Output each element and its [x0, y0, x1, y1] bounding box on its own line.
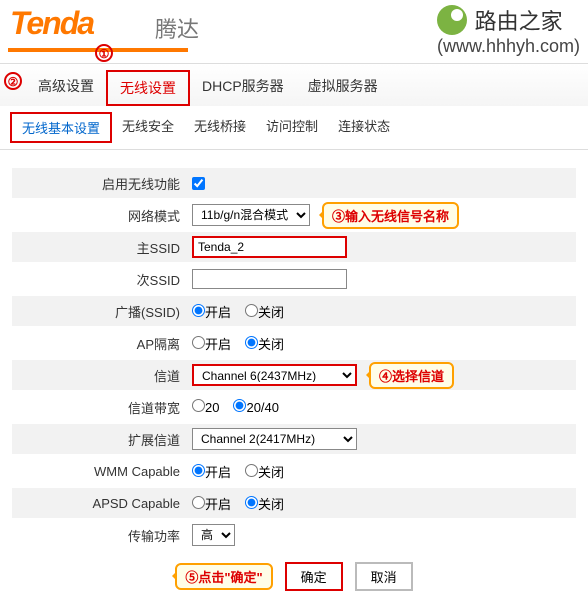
- brand-cn: 腾达: [155, 12, 199, 44]
- row-wmm: WMM Capable 开启 关闭: [12, 456, 576, 486]
- callout-4: ④选择信道: [369, 362, 454, 389]
- label-tx: 传输功率: [12, 526, 192, 545]
- submit-row: ⑤点击"确定" 确定 取消: [12, 562, 576, 591]
- row-apiso: AP隔离 开启 关闭: [12, 328, 576, 358]
- select-tx[interactable]: 高: [192, 524, 235, 546]
- sub-tabs: 无线基本设置 无线安全 无线桥接 访问控制 连接状态: [0, 106, 588, 150]
- row-ssid: 主SSID: [12, 232, 576, 262]
- select-mode[interactable]: 11b/g/n混合模式: [192, 204, 310, 226]
- label-channel: 信道: [12, 366, 192, 385]
- site-url: (www.hhhyh.com): [437, 36, 580, 57]
- subtab-status[interactable]: 连接状态: [328, 112, 400, 143]
- subtab-basic[interactable]: 无线基本设置: [10, 112, 112, 143]
- select-extch[interactable]: Channel 2(2417MHz): [192, 428, 357, 450]
- radio-bw-2040[interactable]: [233, 399, 246, 412]
- radio-broadcast-on[interactable]: [192, 304, 205, 317]
- label-ssid: 主SSID: [12, 238, 192, 257]
- header: Tenda 腾达 ① 路由之家 (www.hhhyh.com): [0, 0, 588, 64]
- row-channel: 信道 Channel 6(2437MHz) ④选择信道: [12, 360, 576, 390]
- tab-advanced[interactable]: 高级设置: [26, 70, 106, 106]
- row-extch: 扩展信道 Channel 2(2417MHz): [12, 424, 576, 454]
- row-tx: 传输功率 高: [12, 520, 576, 550]
- tab-virtual[interactable]: 虚拟服务器: [296, 70, 390, 106]
- radio-apiso-off[interactable]: [245, 336, 258, 349]
- radio-bw-20[interactable]: [192, 399, 205, 412]
- subtab-bridge[interactable]: 无线桥接: [184, 112, 256, 143]
- label-bw: 信道带宽: [12, 398, 192, 417]
- label-apiso: AP隔离: [12, 334, 192, 353]
- row-enable: 启用无线功能: [12, 168, 576, 198]
- brand-logo: Tenda: [10, 5, 93, 42]
- site-icon: [437, 5, 467, 35]
- label-broadcast: 广播(SSID): [12, 302, 192, 321]
- label-ssid2: 次SSID: [12, 270, 192, 289]
- badge-1: ①: [95, 44, 113, 62]
- radio-apsd-on[interactable]: [192, 496, 205, 509]
- site-name: 路由之家: [475, 4, 563, 36]
- row-broadcast: 广播(SSID) 开启 关闭: [12, 296, 576, 326]
- cancel-button[interactable]: 取消: [355, 562, 413, 591]
- radio-apiso-on[interactable]: [192, 336, 205, 349]
- tab-dhcp[interactable]: DHCP服务器: [190, 70, 296, 106]
- site-badge: 路由之家 (www.hhhyh.com): [437, 4, 580, 57]
- tab-wireless[interactable]: 无线设置: [106, 70, 190, 106]
- label-apsd: APSD Capable: [12, 496, 192, 511]
- radio-wmm-on[interactable]: [192, 464, 205, 477]
- row-ssid2: 次SSID: [12, 264, 576, 294]
- input-ssid2[interactable]: [192, 269, 347, 289]
- radio-wmm-off[interactable]: [245, 464, 258, 477]
- ok-button[interactable]: 确定: [285, 562, 343, 591]
- input-ssid[interactable]: [192, 236, 347, 258]
- radio-broadcast-off[interactable]: [245, 304, 258, 317]
- label-wmm: WMM Capable: [12, 464, 192, 479]
- label-enable: 启用无线功能: [12, 174, 192, 193]
- callout-5: ⑤点击"确定": [175, 563, 272, 590]
- checkbox-enable[interactable]: [192, 177, 205, 190]
- subtab-security[interactable]: 无线安全: [112, 112, 184, 143]
- badge-2: ②: [4, 72, 22, 90]
- row-bw: 信道带宽 20 20/40: [12, 392, 576, 422]
- radio-apsd-off[interactable]: [245, 496, 258, 509]
- main-tabs: ② 高级设置 无线设置 DHCP服务器 虚拟服务器: [0, 64, 588, 106]
- subtab-acl[interactable]: 访问控制: [256, 112, 328, 143]
- select-channel[interactable]: Channel 6(2437MHz): [192, 364, 357, 386]
- callout-3: ③输入无线信号名称: [322, 202, 459, 229]
- row-mode: 网络模式 11b/g/n混合模式 ③输入无线信号名称: [12, 200, 576, 230]
- label-extch: 扩展信道: [12, 430, 192, 449]
- form-area: 启用无线功能 网络模式 11b/g/n混合模式 ③输入无线信号名称 主SSID …: [0, 150, 588, 601]
- row-apsd: APSD Capable 开启 关闭: [12, 488, 576, 518]
- label-mode: 网络模式: [12, 206, 192, 225]
